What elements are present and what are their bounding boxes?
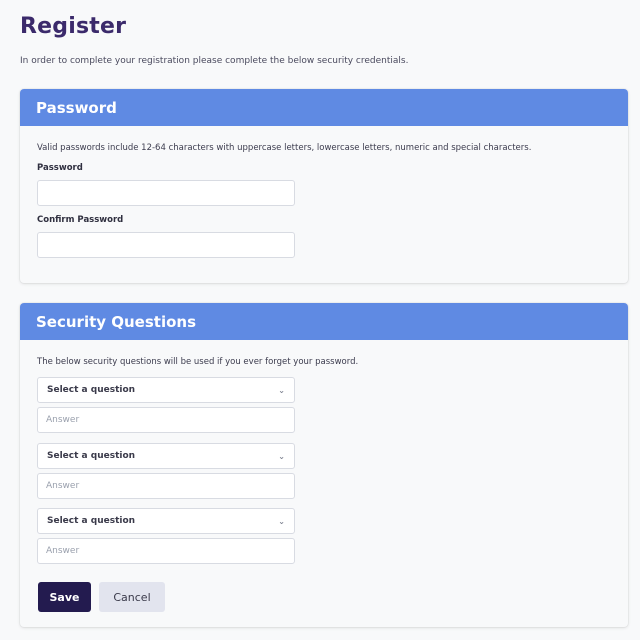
password-card-header: Password [20, 89, 628, 126]
chevron-down-icon: ⌄ [278, 385, 285, 395]
save-button[interactable]: Save [38, 582, 91, 612]
security-answer-input-3[interactable] [37, 538, 295, 564]
security-question-select-1[interactable]: Select a question ⌄ [37, 377, 295, 403]
select-value: Select a question [47, 451, 136, 461]
chevron-down-icon: ⌄ [278, 451, 285, 461]
confirm-password-label: Confirm Password [37, 215, 124, 225]
password-card: Password Valid passwords include 12-64 c… [20, 89, 628, 283]
security-questions-card: Security Questions The below security qu… [20, 303, 628, 627]
confirm-password-input[interactable] [37, 232, 295, 258]
cancel-button[interactable]: Cancel [99, 582, 165, 612]
page-intro: In order to complete your registration p… [20, 56, 409, 66]
security-answer-input-2[interactable] [37, 473, 295, 499]
select-value: Select a question [47, 385, 136, 395]
chevron-down-icon: ⌄ [278, 516, 285, 526]
page-title: Register [20, 14, 127, 39]
password-label: Password [37, 163, 83, 173]
security-help-text: The below security questions will be use… [37, 357, 359, 367]
security-answer-input-1[interactable] [37, 407, 295, 433]
password-help-text: Valid passwords include 12-64 characters… [37, 143, 532, 153]
security-questions-card-header: Security Questions [20, 303, 628, 340]
password-input[interactable] [37, 180, 295, 206]
register-page: Register In order to complete your regis… [0, 0, 640, 640]
password-card-body: Valid passwords include 12-64 characters… [20, 126, 628, 283]
security-question-select-2[interactable]: Select a question ⌄ [37, 443, 295, 469]
security-question-select-3[interactable]: Select a question ⌄ [37, 508, 295, 534]
select-value: Select a question [47, 516, 136, 526]
security-questions-card-body: The below security questions will be use… [20, 340, 628, 627]
